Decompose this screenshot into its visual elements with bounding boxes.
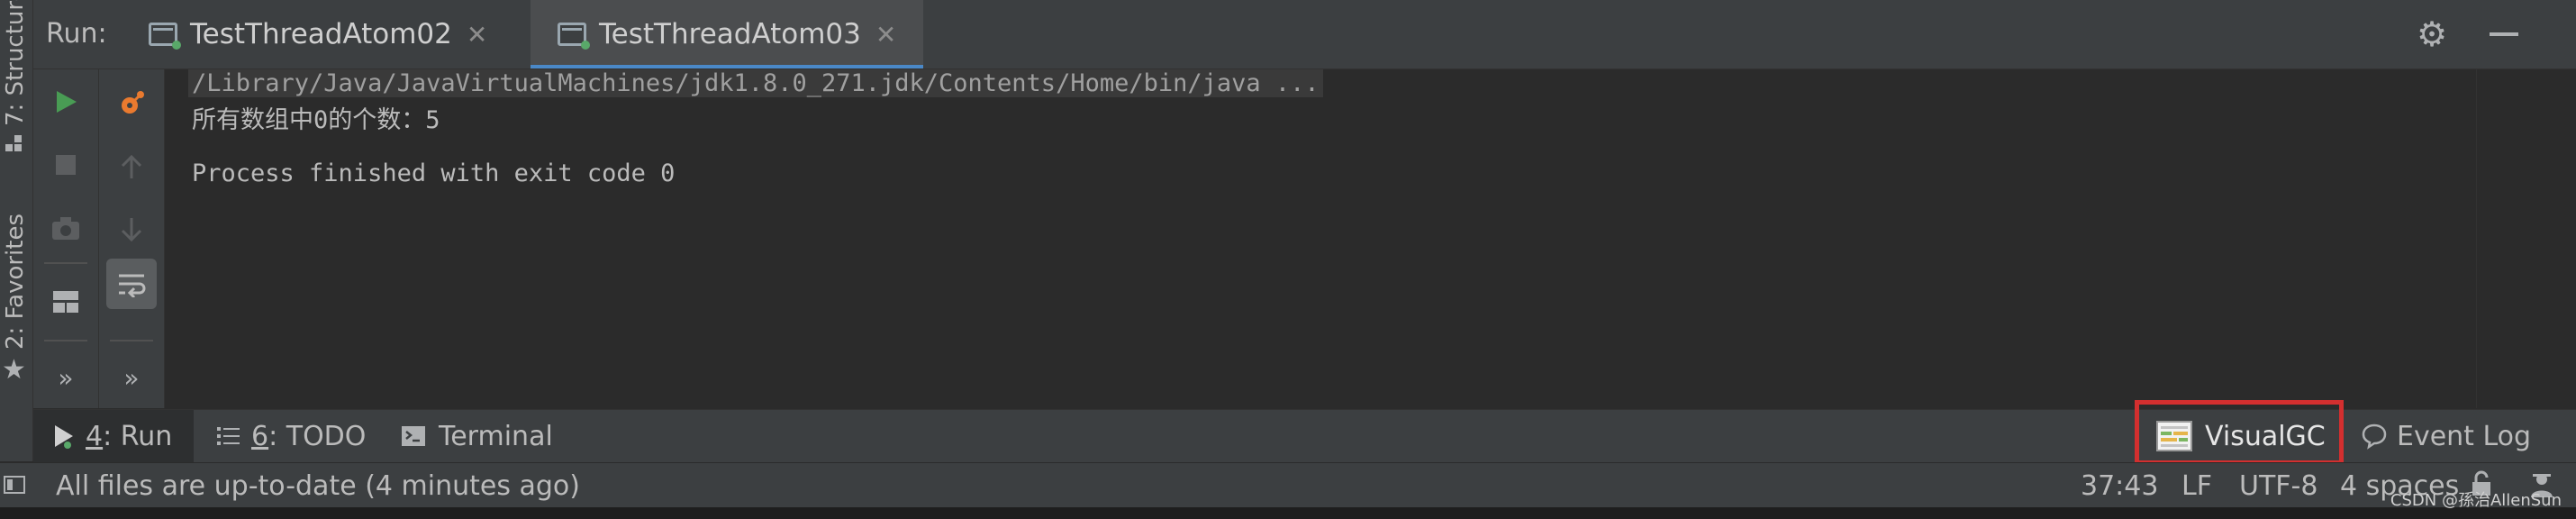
soft-wrap-icon xyxy=(119,274,146,297)
gear-icon[interactable]: ⚙ xyxy=(2414,16,2450,52)
console-actions-toolbar: » xyxy=(99,69,165,408)
todo-list-icon xyxy=(217,427,240,445)
terminal-label: Terminal xyxy=(439,420,553,452)
run-icon xyxy=(55,425,73,449)
run-actions-toolbar: » xyxy=(33,69,99,408)
layout-icon xyxy=(53,291,78,313)
more-icon[interactable]: » xyxy=(33,352,98,403)
visualgc-highlight-box xyxy=(2135,400,2344,465)
camera-icon xyxy=(52,217,79,240)
caret-position[interactable]: 37:43 xyxy=(2081,470,2158,502)
up-arrow-icon xyxy=(121,154,142,178)
more-icon[interactable]: » xyxy=(99,352,164,403)
console-line: Process finished with exit code 0 xyxy=(192,159,676,187)
speech-bubble-icon xyxy=(2362,423,2387,450)
restore-layout-button[interactable] xyxy=(33,277,98,327)
file-encoding[interactable]: UTF-8 xyxy=(2239,470,2317,502)
soft-wrap-button[interactable] xyxy=(106,259,157,309)
toolbar-separator xyxy=(44,262,87,264)
debug-icon xyxy=(122,91,144,114)
rerun-icon xyxy=(57,91,77,113)
structure-tool-button[interactable]: 7: Structure xyxy=(2,0,29,126)
console-line: 所有数组中0的个数：5 xyxy=(192,106,440,134)
debug-button[interactable] xyxy=(99,78,164,129)
down-arrow-icon xyxy=(121,218,142,242)
console-command-line[interactable]: /Library/Java/JavaVirtualMachines/jdk1.8… xyxy=(188,69,1323,97)
close-icon[interactable]: ✕ xyxy=(875,20,896,50)
toolbar-separator xyxy=(110,340,153,341)
todo-number: 6 xyxy=(251,420,269,452)
event-log-tool-button[interactable]: Event Log xyxy=(2361,410,2531,462)
run-label: : Run xyxy=(103,420,173,452)
terminal-icon xyxy=(402,426,425,446)
terminal-tool-button[interactable]: Terminal xyxy=(401,410,553,462)
favorites-tool-button[interactable]: 2: Favorites xyxy=(2,214,29,350)
run-tool-button[interactable]: 4: Run xyxy=(33,410,195,462)
status-message: All files are up-to-date (4 minutes ago) xyxy=(56,470,580,502)
status-bar: All files are up-to-date (4 minutes ago)… xyxy=(0,462,2576,508)
run-config-icon xyxy=(149,23,181,50)
tab-label: TestThreadAtom02 xyxy=(190,18,452,50)
console-output[interactable]: /Library/Java/JavaVirtualMachines/jdk1.8… xyxy=(165,69,2502,408)
up-button[interactable] xyxy=(99,141,164,192)
active-tab-indicator xyxy=(531,65,924,68)
event-log-label: Event Log xyxy=(2397,420,2532,452)
run-number: 4 xyxy=(86,420,104,452)
todo-tool-button[interactable]: 6: TODO xyxy=(217,410,366,462)
todo-label: : TODO xyxy=(268,420,367,452)
close-icon[interactable]: ✕ xyxy=(467,20,487,50)
star-icon: ★ xyxy=(2,354,26,386)
stop-button[interactable] xyxy=(33,140,98,190)
run-label: Run: xyxy=(46,18,107,50)
minimize-icon[interactable] xyxy=(2490,32,2518,36)
tab-testthreadatom02[interactable]: TestThreadAtom02 ✕ xyxy=(149,0,511,68)
structure-label: 7: Structure xyxy=(2,0,29,126)
tab-testthreadatom03[interactable]: TestThreadAtom03 ✕ xyxy=(531,0,924,68)
dump-threads-button[interactable] xyxy=(33,203,98,253)
tool-windows-toggle-icon[interactable] xyxy=(4,476,25,494)
line-separator[interactable]: LF xyxy=(2181,470,2212,502)
run-tool-window-header: Run: TestThreadAtom02 ✕ TestThreadAtom03… xyxy=(33,0,2576,69)
favorites-label: 2: Favorites xyxy=(2,213,29,350)
rerun-button[interactable] xyxy=(33,77,98,127)
down-button[interactable] xyxy=(99,205,164,255)
watermark: CSDN @孫治AllenSun xyxy=(2390,491,2562,510)
left-tool-strip: 7: Structure 2: Favorites ★ xyxy=(0,0,33,461)
run-config-icon xyxy=(558,23,590,50)
tab-label: TestThreadAtom03 xyxy=(599,18,861,50)
structure-icon xyxy=(5,135,23,153)
stop-icon xyxy=(56,155,76,175)
window-bottom-edge xyxy=(0,507,2576,519)
toolbar-separator xyxy=(44,340,87,341)
console-scrollbar[interactable] xyxy=(2476,69,2502,408)
